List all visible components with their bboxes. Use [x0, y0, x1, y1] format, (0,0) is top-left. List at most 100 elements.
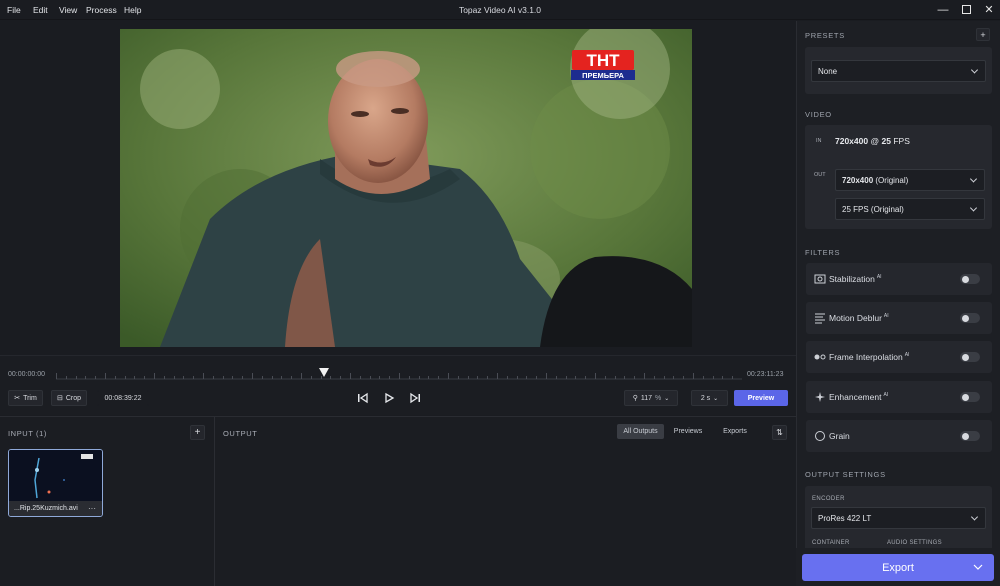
- output-resolution-select[interactable]: 720x400 (Original): [835, 169, 985, 191]
- scissors-icon: ✂: [14, 395, 21, 402]
- tab-all-outputs[interactable]: All Outputs: [617, 424, 664, 439]
- zoom-unit: %: [655, 394, 662, 402]
- add-preset-button[interactable]: +: [976, 28, 990, 41]
- bottom-panel: [0, 416, 796, 586]
- svg-text:ТНТ: ТНТ: [586, 51, 620, 70]
- crop-icon: ⊟: [56, 395, 63, 402]
- filter-grain[interactable]: Grain: [806, 420, 992, 452]
- video-out-label: OUT: [814, 172, 826, 178]
- sparkle-icon: [815, 392, 825, 402]
- trim-button[interactable]: ✂ Trim: [8, 390, 43, 406]
- chevron-down-icon: [969, 204, 978, 212]
- zoom-value: 117: [640, 394, 653, 402]
- output-fps-select[interactable]: 25 FPS (Original): [835, 198, 985, 220]
- tab-previews[interactable]: Previews: [667, 424, 709, 439]
- filter-motion-deblur[interactable]: Motion Deblur AI: [806, 302, 992, 334]
- svg-text:ПРЕМЬЕРА: ПРЕМЬЕРА: [582, 71, 624, 80]
- video-frame[interactable]: ТНТ ПРЕМЬЕРА: [120, 29, 692, 347]
- timeline-ruler[interactable]: [56, 368, 743, 380]
- frame-interpolation-icon: [814, 354, 826, 360]
- stabilization-toggle[interactable]: [960, 274, 980, 284]
- playhead-icon[interactable]: [318, 368, 329, 378]
- video-title: VIDEO: [805, 110, 832, 119]
- filter-label: Frame Interpolation: [829, 352, 903, 362]
- motion-deblur-toggle[interactable]: [960, 313, 980, 323]
- encoder-label: ENCODER: [812, 496, 845, 502]
- video-frame-image: ТНТ ПРЕМЬЕРА: [120, 29, 692, 347]
- window-title: Topaz Video AI v3.1.0: [458, 5, 542, 15]
- ai-badge: AI: [904, 352, 910, 359]
- zoom-select[interactable]: ⚲ 117 % ⌄: [624, 390, 678, 406]
- plus-icon: +: [980, 29, 986, 40]
- preview-button[interactable]: Preview: [734, 390, 788, 406]
- plus-icon: +: [194, 427, 201, 438]
- input-fps-unit: FPS: [893, 136, 910, 146]
- grain-icon: [815, 431, 825, 441]
- filter-label: Motion Deblur: [829, 313, 882, 323]
- add-input-button[interactable]: +: [190, 425, 205, 440]
- minimize-icon[interactable]: —: [934, 3, 952, 17]
- chevron-down-icon: ⌄: [713, 395, 719, 402]
- encoder-value: ProRes 422 LT: [818, 513, 872, 523]
- output-title: OUTPUT: [223, 429, 258, 438]
- chevron-down-icon: [969, 175, 978, 183]
- crop-button[interactable]: ⊟ Crop: [51, 390, 87, 406]
- play-icon[interactable]: [382, 391, 396, 405]
- current-timecode[interactable]: 00:08:39:22: [97, 390, 149, 406]
- output-resolution-note: (Original): [875, 175, 909, 185]
- timeline-end: 00:23:11:23: [747, 371, 784, 378]
- container-label: CONTAINER: [812, 540, 850, 546]
- trim-label: Trim: [23, 394, 37, 402]
- channel-logo: ТНТ ПРЕМЬЕРА: [571, 50, 635, 80]
- grain-toggle[interactable]: [960, 431, 980, 441]
- video-in-info: 720x400 @ 25 FPS: [835, 136, 910, 146]
- more-options-icon[interactable]: ···: [88, 504, 96, 513]
- stabilization-icon: [814, 274, 826, 284]
- chevron-down-icon: ⌄: [664, 395, 670, 402]
- chevron-down-icon: [970, 513, 979, 521]
- filter-stabilization[interactable]: Stabilization AI: [806, 263, 992, 295]
- sort-icon: ⇅: [776, 428, 783, 437]
- encoder-select[interactable]: ProRes 422 LT: [811, 507, 986, 529]
- panel-divider: [214, 417, 215, 586]
- input-resolution: 720x400: [835, 136, 869, 146]
- duration-value: 2 s: [700, 394, 711, 402]
- maximize-icon[interactable]: [957, 3, 975, 17]
- timeline-panel: [0, 355, 796, 415]
- filter-enhancement[interactable]: Enhancement AI: [806, 381, 992, 413]
- export-button[interactable]: Export: [802, 554, 994, 581]
- video-in-label: IN: [816, 138, 822, 144]
- enhancement-toggle[interactable]: [960, 392, 980, 402]
- timeline-ticks: [56, 373, 743, 380]
- sort-button[interactable]: ⇅: [772, 425, 787, 440]
- frame-interpolation-toggle[interactable]: [960, 352, 980, 362]
- step-back-icon[interactable]: [356, 391, 370, 405]
- chevron-down-icon: [970, 66, 979, 74]
- output-fps: 25 FPS (Original): [842, 204, 904, 214]
- output-settings-title: OUTPUT SETTINGS: [805, 470, 886, 479]
- preset-select[interactable]: None: [811, 60, 986, 82]
- export-label: Export: [882, 561, 914, 574]
- filter-label: Enhancement: [829, 392, 882, 402]
- input-thumbnail: [9, 450, 102, 501]
- timeline-start: 00:00:00:00: [8, 371, 45, 378]
- crop-label: Crop: [65, 394, 82, 402]
- filter-label: Stabilization: [829, 274, 875, 284]
- input-file-card[interactable]: ...Rip.25Kuzmich.avi ···: [8, 449, 103, 517]
- step-forward-icon[interactable]: [408, 391, 422, 405]
- filters-title: FILTERS: [805, 248, 841, 257]
- ai-badge: AI: [883, 313, 889, 320]
- preview-duration-select[interactable]: 2 s ⌄: [691, 390, 728, 406]
- input-fps: 25: [881, 136, 891, 146]
- filter-label: Grain: [829, 431, 850, 441]
- presets-title: PRESETS: [805, 31, 845, 40]
- input-file-name: ...Rip.25Kuzmich.avi: [14, 505, 78, 512]
- filter-frame-interpolation[interactable]: Frame Interpolation AI: [806, 341, 992, 373]
- at-symbol: @: [870, 136, 880, 146]
- ai-badge: AI: [876, 274, 882, 281]
- close-icon[interactable]: ✕: [980, 3, 998, 17]
- audio-settings-label: AUDIO SETTINGS: [887, 540, 942, 546]
- chevron-down-icon[interactable]: [972, 561, 984, 573]
- ai-badge: AI: [883, 392, 889, 399]
- tab-exports[interactable]: Exports: [713, 424, 757, 439]
